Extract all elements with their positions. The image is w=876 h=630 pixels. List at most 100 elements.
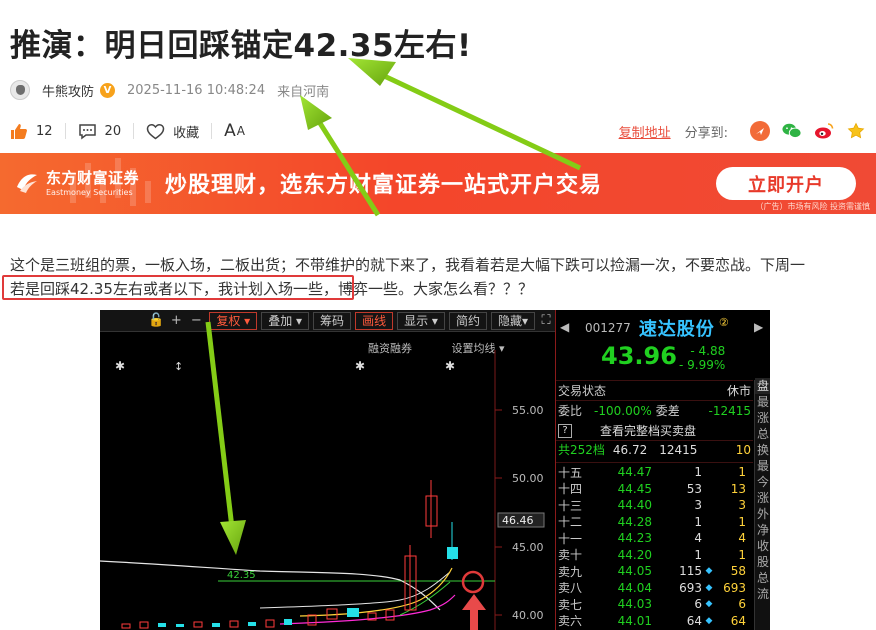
full-book-link[interactable]: 查看完整档买卖盘	[600, 422, 696, 439]
eastmoney-logo-icon	[17, 174, 37, 193]
order-volume: 693	[679, 580, 702, 595]
divider	[556, 400, 753, 401]
side-panel: 盘 最涨总换最今涨外净收股总流	[754, 378, 770, 630]
ratio-label: 委比	[558, 404, 583, 418]
order-price: 44.05	[617, 564, 652, 578]
comment-button[interactable]: 20	[78, 123, 122, 140]
star-icon[interactable]	[846, 121, 866, 141]
axis-label-55: 55.00	[512, 404, 544, 417]
event-marker: ✱	[445, 359, 455, 373]
order-row[interactable]: 十三 44.40 3 3	[558, 497, 753, 513]
weibo-alt-icon[interactable]	[750, 121, 770, 141]
candle	[347, 608, 359, 617]
divider	[64, 123, 66, 139]
action-bar: 12 20 收藏 AA 复制地址 分享到:	[10, 120, 866, 142]
order-volume: 1	[694, 465, 702, 479]
candle	[229, 620, 239, 628]
copy-link-button[interactable]: 复制地址	[619, 122, 671, 141]
order-count: 1	[738, 547, 746, 562]
order-level-label: 卖九	[558, 564, 583, 579]
order-volume: 1	[694, 514, 702, 529]
wechat-icon[interactable]	[782, 121, 802, 141]
prev-stock-arrow-icon[interactable]: ◀	[560, 320, 569, 334]
next-stock-arrow-icon[interactable]: ▶	[754, 320, 763, 334]
diff-label: 委差	[655, 404, 680, 418]
order-level-label: 十四	[558, 482, 583, 496]
order-count: 6	[738, 597, 746, 611]
kline-canvas: 55.00 50.00 46.46 45.00 40.00 ✱ ↕ ✱ ✱ 42…	[100, 350, 545, 630]
order-row[interactable]: 十一 44.23 4 4	[558, 530, 753, 546]
weibo-icon[interactable]	[814, 121, 834, 141]
red-arrow-head	[462, 594, 486, 610]
order-price: 44.04	[617, 580, 652, 595]
red-arrow-shaft	[470, 608, 478, 630]
candle	[265, 619, 275, 628]
side-panel-item: 今	[756, 475, 769, 489]
order-price: 44.20	[617, 547, 652, 562]
candle	[284, 619, 292, 625]
order-marker-icon: ◆	[705, 582, 713, 593]
comment-count: 20	[104, 123, 122, 139]
candle	[121, 623, 131, 629]
ad-banner[interactable]: 东方财富证券 Eastmoney Securities 炒股理财，选东方财富证券…	[0, 153, 876, 214]
font-size-button[interactable]: AA	[224, 121, 246, 141]
order-level-label: 卖七	[558, 597, 583, 612]
candle	[385, 609, 395, 621]
ma-white-line	[100, 560, 441, 611]
diff-value: -12415	[708, 403, 751, 418]
order-volume: 115	[679, 564, 702, 578]
trade-status-row: 交易状态 休市	[558, 382, 753, 399]
order-price: 44.23	[617, 531, 652, 545]
side-panel-tab[interactable]: 盘	[755, 378, 770, 394]
status-label: 交易状态	[558, 384, 607, 398]
avatar[interactable]	[10, 80, 30, 100]
side-panel-item: 涨	[756, 411, 769, 425]
side-panel-items: 最涨总换最今涨外净收股总流	[755, 394, 770, 602]
order-row[interactable]: 十五 44.47 1 1	[558, 464, 753, 480]
order-price: 44.03	[617, 597, 652, 611]
publish-datetime: 2025-11-16 10:48:24	[127, 82, 266, 98]
open-account-button[interactable]: 立即开户	[716, 167, 856, 200]
thumbs-up-icon	[10, 123, 28, 140]
order-marker-icon: ◆	[705, 615, 713, 626]
candle	[158, 623, 166, 627]
like-count: 12	[36, 123, 53, 139]
like-button[interactable]: 12	[10, 123, 53, 140]
change-value: - 4.88	[690, 344, 726, 358]
order-row[interactable]: 卖七 44.03 6 ◆ 6	[558, 596, 753, 612]
candle	[193, 621, 203, 628]
help-icon[interactable]: ?	[558, 423, 572, 438]
red-circle-annotation	[461, 570, 485, 594]
collect-button[interactable]: 收藏	[146, 122, 199, 141]
full-book-row[interactable]: ? 查看完整档买卖盘	[558, 422, 753, 439]
order-row[interactable]: 卖八 44.04 693 ◆ 693	[558, 580, 753, 596]
side-panel-item: 股	[756, 555, 769, 569]
ma-white-line-2	[259, 571, 451, 609]
order-row[interactable]: 卖六 44.01 64 ◆ 64	[558, 613, 753, 629]
order-row[interactable]: 卖十 44.20 1 1	[558, 547, 753, 563]
collect-label: 收藏	[173, 125, 200, 141]
axis-label-current: 46.46	[502, 514, 534, 527]
status-value: 休市	[726, 384, 751, 398]
font-size-large-label: A	[224, 121, 237, 141]
divider	[133, 123, 135, 139]
article-meta: 牛熊攻防 V 2025-11-16 10:48:24 来自河南	[10, 79, 329, 101]
order-row[interactable]: 十二 44.28 1 1	[558, 514, 753, 530]
last-price: 43.96	[601, 342, 677, 370]
stock-name[interactable]: 速达股份	[639, 315, 715, 341]
side-panel-item: 流	[756, 587, 769, 601]
order-marker-icon: ◆	[705, 599, 713, 609]
order-row[interactable]: 卖九 44.05 115 ◆ 58	[558, 563, 753, 579]
share-label: 分享到:	[684, 125, 728, 141]
order-row[interactable]: 十四 44.45 53 13	[558, 481, 753, 497]
side-panel-item: 总	[756, 427, 769, 441]
order-level-label: 卖十	[558, 548, 583, 562]
article-title: 推演：明日回踩锚定42.35左右!	[10, 28, 472, 64]
banner-slogan: 炒股理财，选东方财富证券一站式开户交易	[165, 173, 603, 198]
author-name[interactable]: 牛熊攻防	[42, 81, 94, 100]
axis-label-45: 45.00	[512, 541, 544, 554]
order-volume: 6	[694, 597, 702, 611]
candle	[248, 622, 256, 626]
side-panel-item: 涨	[756, 491, 769, 505]
order-ratio-row: 委比 -100.00% 委差 -12415	[558, 402, 753, 419]
